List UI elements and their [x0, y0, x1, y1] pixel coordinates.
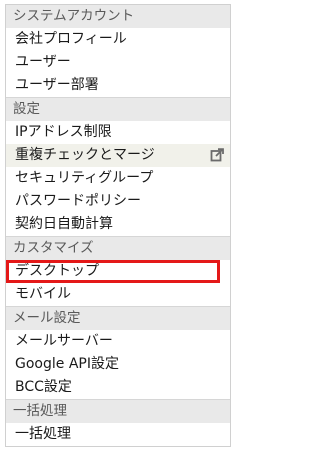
menu-item-security-groups[interactable]: セキュリティグループ [6, 167, 230, 190]
section-header-mail-settings: メール設定 [6, 306, 230, 330]
menu-item-ip-restriction[interactable]: IPアドレス制限 [6, 121, 230, 144]
menu-item-label: 重複チェックとマージ [15, 147, 155, 163]
menu-item-google-api[interactable]: Google API設定 [6, 353, 230, 376]
menu-item-mobile[interactable]: モバイル [6, 283, 230, 306]
menu-item-duplicate-check-merge[interactable]: 重複チェックとマージ [6, 144, 230, 167]
menu-item-users[interactable]: ユーザー [6, 51, 230, 74]
menu-item-company-profile[interactable]: 会社プロフィール [6, 28, 230, 51]
menu-item-bcc-settings[interactable]: BCC設定 [6, 376, 230, 399]
section-header-customize: カスタマイズ [6, 236, 230, 260]
settings-menu: システムアカウント 会社プロフィール ユーザー ユーザー部署 設定 IPアドレス… [5, 4, 231, 447]
external-link-icon[interactable] [210, 148, 224, 162]
section-header-bulk-processing: 一括処理 [6, 399, 230, 423]
menu-item-mail-server[interactable]: メールサーバー [6, 330, 230, 353]
menu-item-user-departments[interactable]: ユーザー部署 [6, 74, 230, 97]
section-header-settings: 設定 [6, 97, 230, 121]
menu-item-desktop[interactable]: デスクトップ [6, 260, 220, 283]
menu-item-contract-date-calc[interactable]: 契約日自動計算 [6, 213, 230, 236]
section-header-system-account: システムアカウント [6, 5, 230, 28]
menu-item-password-policy[interactable]: パスワードポリシー [6, 190, 230, 213]
menu-item-bulk-processing[interactable]: 一括処理 [6, 423, 230, 446]
